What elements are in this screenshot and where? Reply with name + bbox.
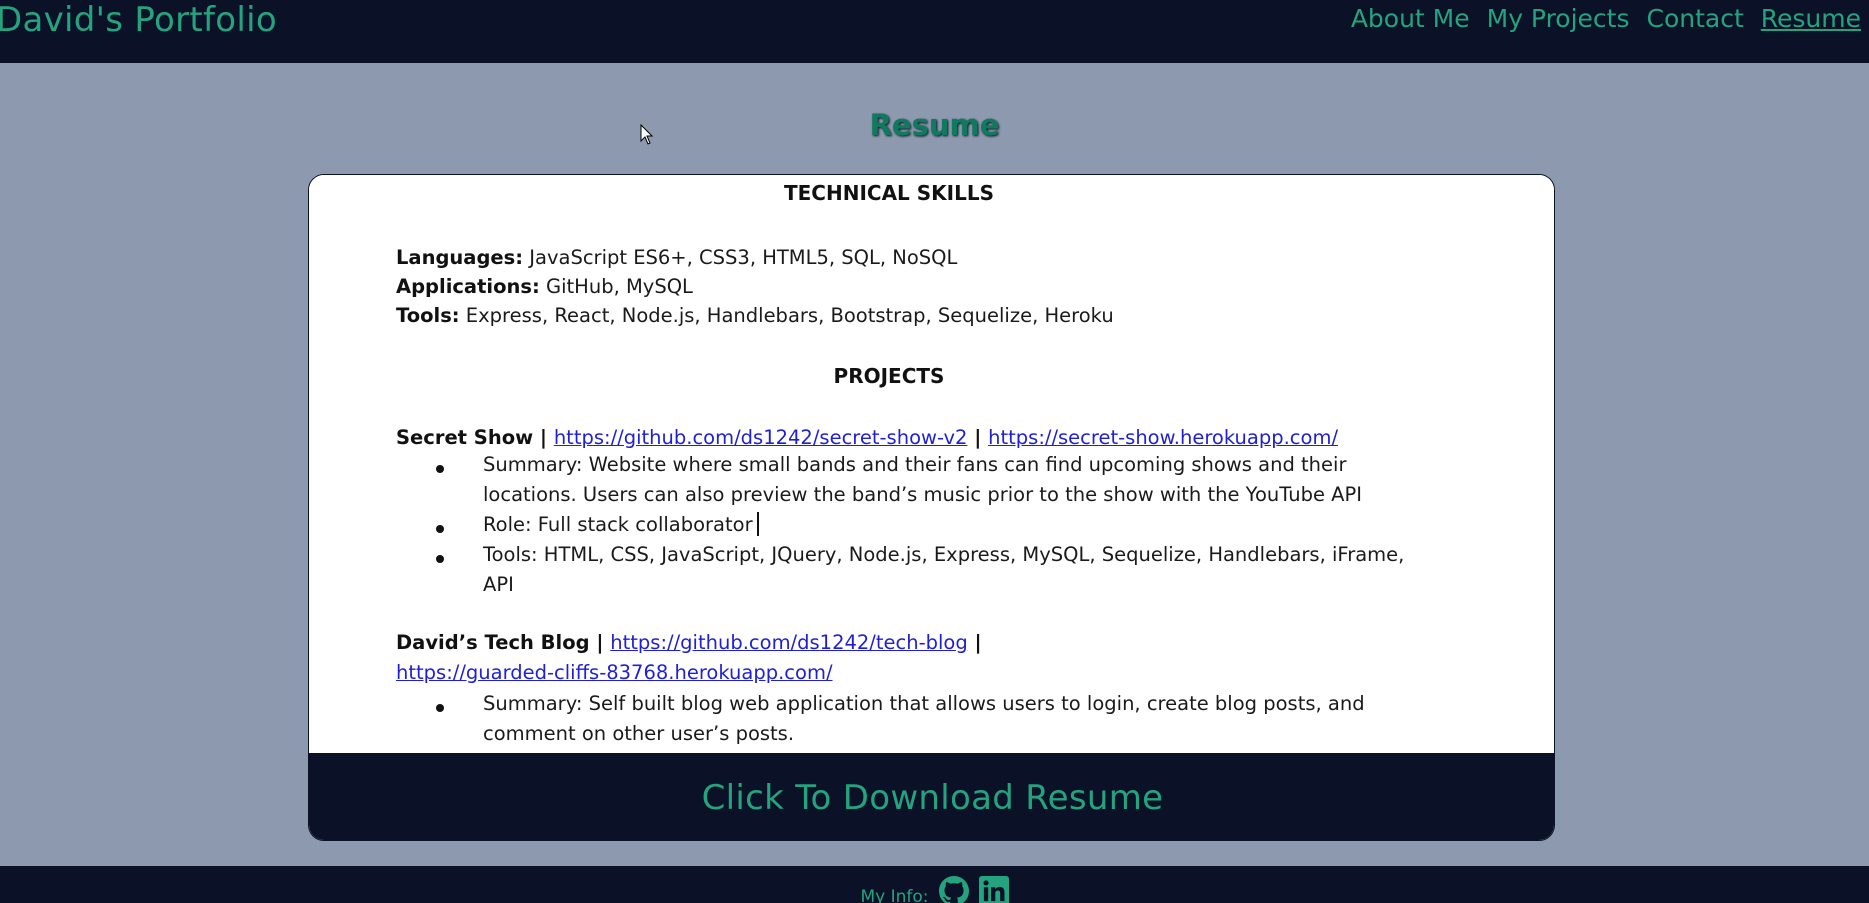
skills-tools-value: Express, React, Node.js, Handlebars, Boo… [459, 304, 1114, 327]
text-caret [756, 512, 759, 536]
skills-languages: Languages: JavaScript ES6+, CSS3, HTML5,… [396, 246, 957, 269]
nav-link-contact[interactable]: Contact [1647, 4, 1744, 33]
project-name: Secret Show [396, 426, 534, 449]
bullet-icon [436, 555, 444, 563]
separator: | [967, 426, 989, 449]
nav-link-about-me[interactable]: About Me [1351, 4, 1470, 33]
separator: | [589, 631, 611, 654]
project-live-link[interactable]: https://secret-show.herokuapp.com/ [988, 426, 1338, 449]
mouse-pointer-icon [640, 124, 654, 145]
skills-applications-value: GitHub, MySQL [539, 275, 693, 298]
resume-card: TECHNICAL SKILLS Languages: JavaScript E… [308, 174, 1555, 841]
bullet-icon [436, 704, 444, 712]
footer: My Info: [0, 866, 1869, 903]
resume-preview[interactable]: TECHNICAL SKILLS Languages: JavaScript E… [309, 175, 1554, 753]
nav-link-resume[interactable]: Resume [1761, 4, 1861, 33]
project-role: Role: Full stack collaborator [483, 510, 1413, 540]
brand-title[interactable]: David's Portfolio [0, 0, 277, 40]
separator: | [533, 426, 554, 449]
skills-tools-label: Tools: [396, 304, 460, 327]
bullet-icon [436, 465, 444, 473]
nav-link-my-projects[interactable]: My Projects [1487, 4, 1630, 33]
project-github-link[interactable]: https://github.com/ds1242/secret-show-v2 [554, 426, 968, 449]
project-title-line: David’s Tech Blog | https://github.com/d… [396, 631, 982, 654]
project-github-link[interactable]: https://github.com/ds1242/tech-blog [610, 631, 967, 654]
download-resume-button[interactable]: Click To Download Resume [309, 753, 1554, 840]
project-role-text: Role: Full stack collaborator [483, 513, 753, 536]
skills-tools: Tools: Express, React, Node.js, Handleba… [396, 304, 1114, 327]
project-summary: Summary: Website where small bands and t… [483, 453, 1362, 506]
project-summary: Summary: Self built blog web application… [483, 692, 1365, 745]
project-live-link[interactable]: https://guarded-cliffs-83768.herokuapp.c… [396, 661, 833, 684]
bullet-icon [436, 525, 444, 533]
navbar: David's Portfolio About Me My Projects C… [0, 0, 1869, 63]
linkedin-icon[interactable] [978, 876, 1009, 903]
project-title-line: Secret Show | https://github.com/ds1242/… [396, 426, 1338, 449]
github-icon[interactable] [938, 876, 969, 903]
footer-label: My Info: [860, 887, 929, 903]
page-title: Resume [869, 108, 1000, 142]
technical-skills-heading: TECHNICAL SKILLS [784, 181, 994, 205]
project-name: David’s Tech Blog [396, 631, 590, 654]
skills-languages-value: JavaScript ES6+, CSS3, HTML5, SQL, NoSQL [523, 246, 958, 269]
project-link-line: https://guarded-cliffs-83768.herokuapp.c… [396, 661, 833, 684]
separator: | [967, 631, 982, 654]
project-tools: Tools: HTML, CSS, JavaScript, JQuery, No… [483, 543, 1405, 596]
projects-heading: PROJECTS [833, 364, 945, 388]
skills-applications: Applications: GitHub, MySQL [396, 275, 693, 298]
nav-links: About Me My Projects Contact Resume [1351, 4, 1861, 33]
skills-applications-label: Applications: [396, 275, 540, 298]
skills-languages-label: Languages: [396, 246, 524, 269]
